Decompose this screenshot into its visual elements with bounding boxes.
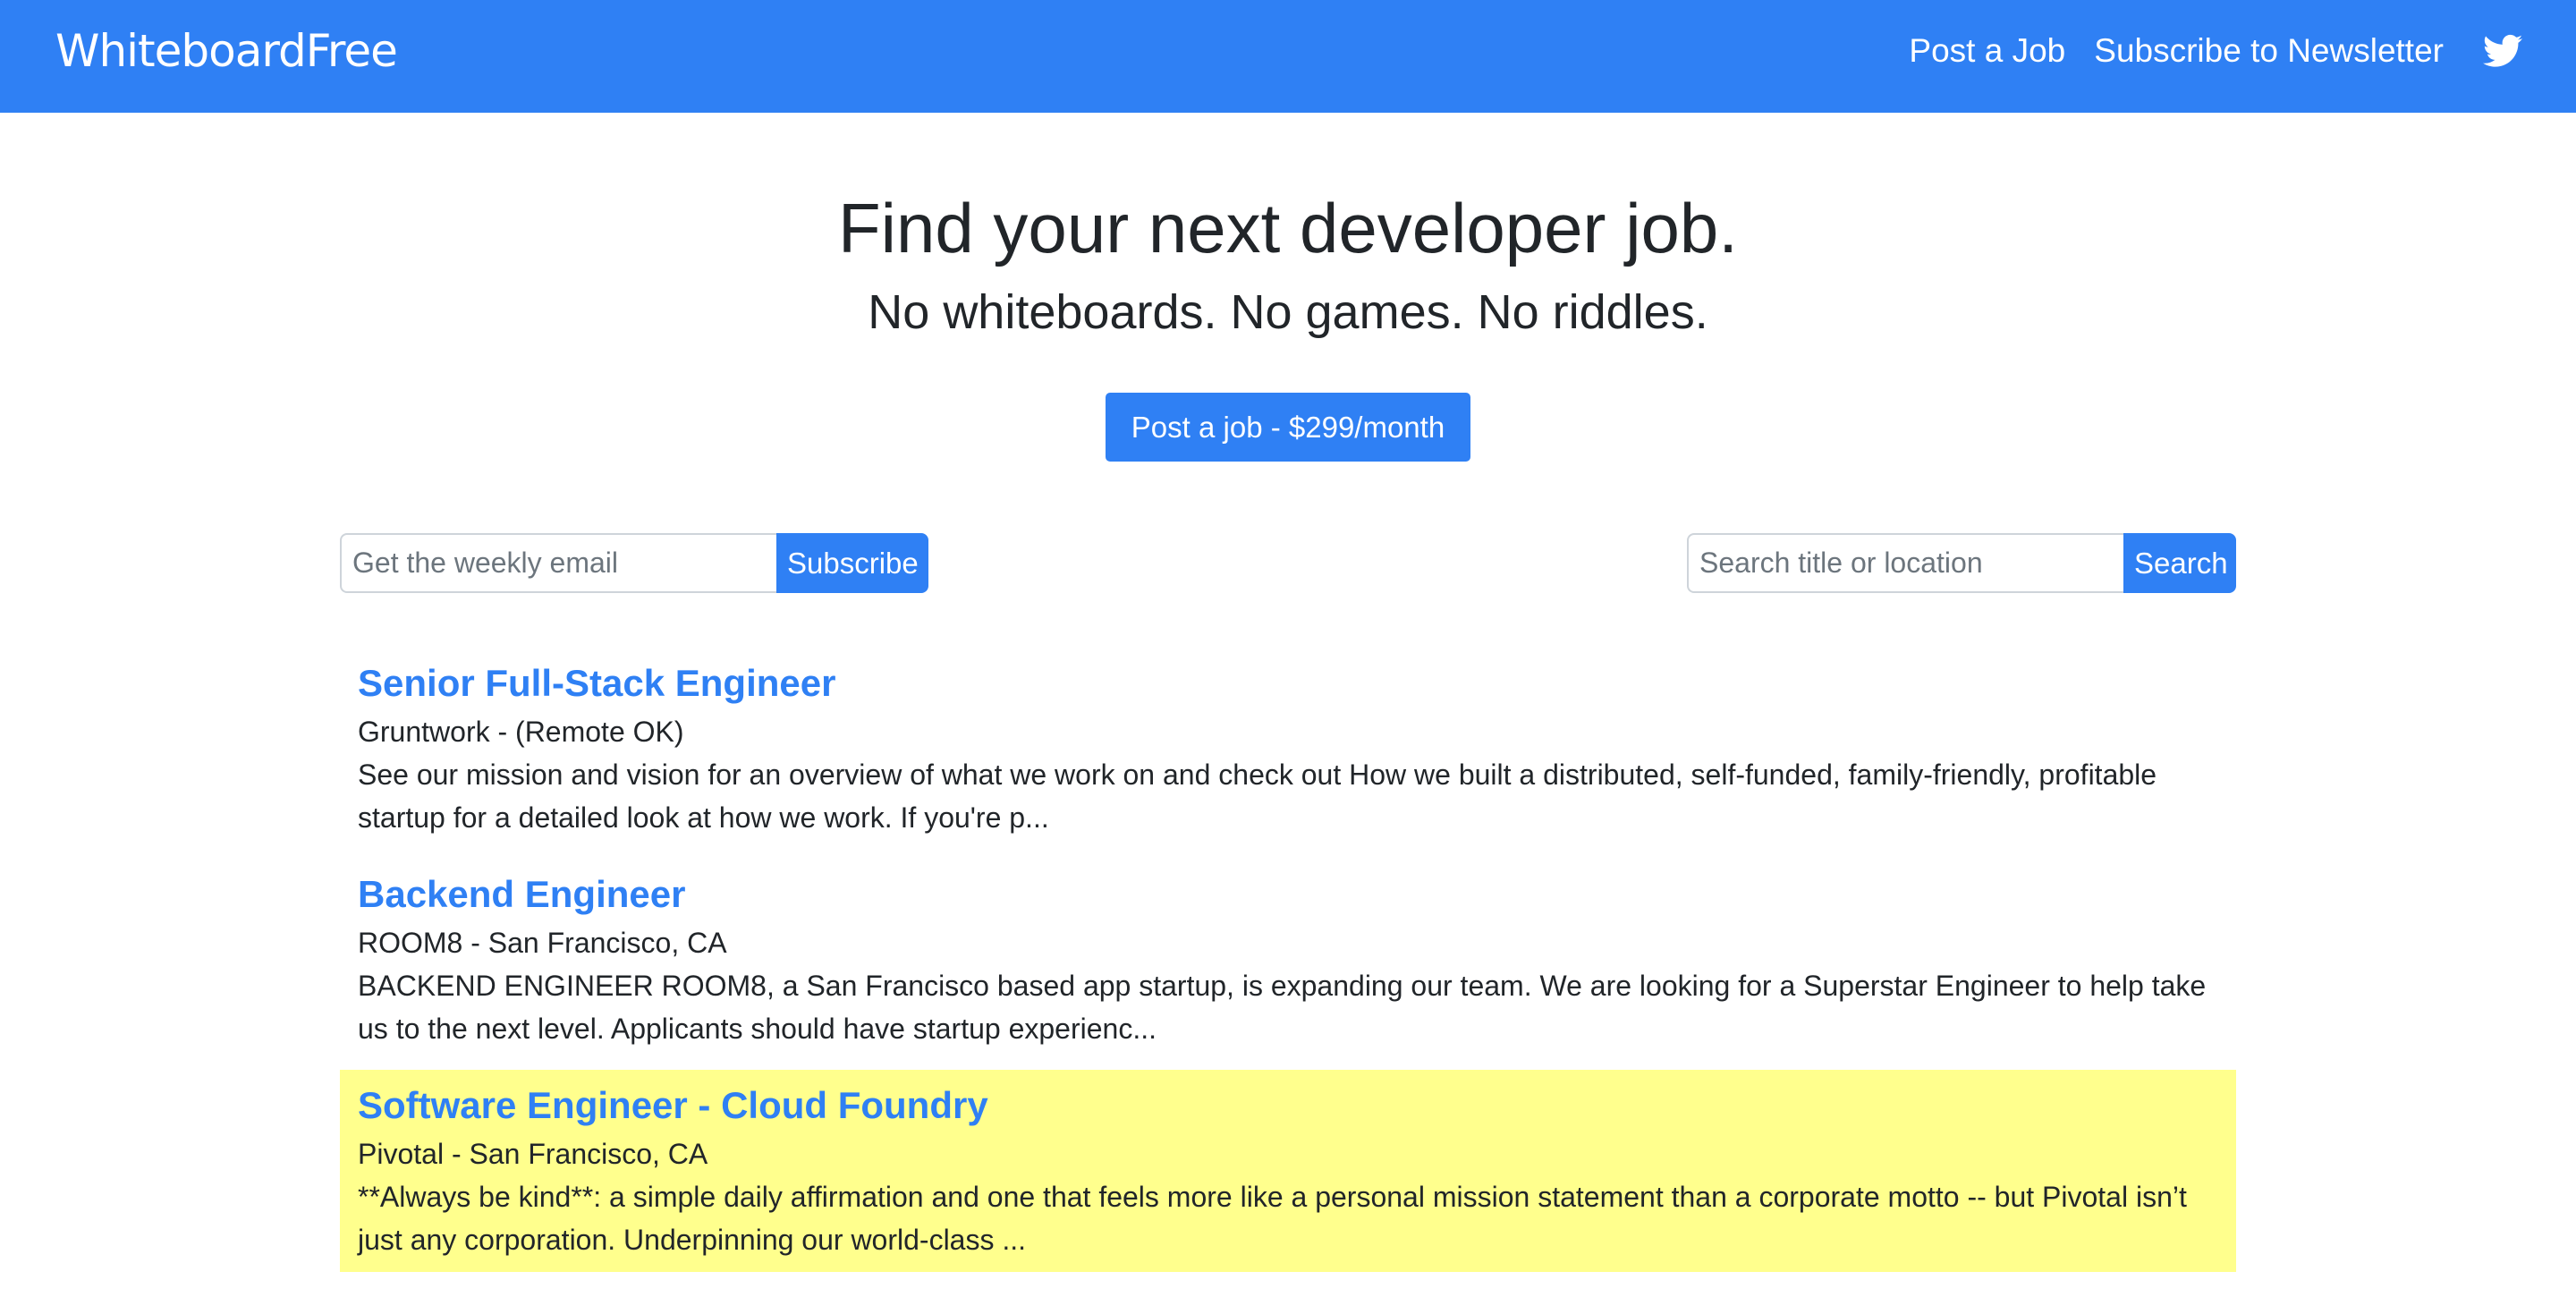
job-company: Pivotal - San Francisco, CA: [358, 1138, 708, 1170]
post-job-button[interactable]: Post a job - $299/month: [1106, 393, 1470, 462]
job-listing: Senior Full-Stack Engineer Gruntwork - (…: [340, 648, 2236, 859]
job-company: Gruntwork - (Remote OK): [358, 716, 684, 748]
search-input[interactable]: [1687, 533, 2123, 593]
page-title: Find your next developer job.: [838, 189, 1738, 267]
nav-links: Post a Job Subscribe to Newsletter: [1880, 32, 2522, 70]
nav-post-job-link[interactable]: Post a Job: [1909, 32, 2065, 70]
job-description: See our mission and vision for an overvi…: [358, 759, 2157, 834]
job-title-link[interactable]: Software Engineer - Cloud Foundry: [358, 1082, 2218, 1129]
navbar: WhiteboardFree Post a Job Subscribe to N…: [0, 0, 2576, 113]
nav-subscribe-link[interactable]: Subscribe to Newsletter: [2094, 32, 2444, 70]
job-list: Senior Full-Stack Engineer Gruntwork - (…: [340, 648, 2236, 1272]
brand-logo[interactable]: WhiteboardFree: [55, 25, 398, 77]
subscribe-button[interactable]: Subscribe: [776, 533, 928, 593]
subscribe-form: Subscribe: [340, 533, 928, 593]
job-title-link[interactable]: Backend Engineer: [358, 871, 2218, 918]
job-listing-featured: Software Engineer - Cloud Foundry Pivota…: [340, 1070, 2236, 1272]
job-listing: Backend Engineer ROOM8 - San Francisco, …: [340, 859, 2236, 1070]
twitter-bird-icon: [2483, 34, 2522, 67]
search-form: Search: [1687, 533, 2236, 593]
job-company: ROOM8 - San Francisco, CA: [358, 927, 727, 959]
job-title-link[interactable]: Senior Full-Stack Engineer: [358, 660, 2218, 707]
job-description: **Always be kind**: a simple daily affir…: [358, 1181, 2187, 1256]
twitter-icon[interactable]: [2483, 34, 2522, 68]
job-description: BACKEND ENGINEER ROOM8, a San Francisco …: [358, 970, 2207, 1045]
email-input[interactable]: [340, 533, 776, 593]
search-button[interactable]: Search: [2123, 533, 2236, 593]
page-subtitle: No whiteboards. No games. No riddles.: [868, 285, 1708, 339]
